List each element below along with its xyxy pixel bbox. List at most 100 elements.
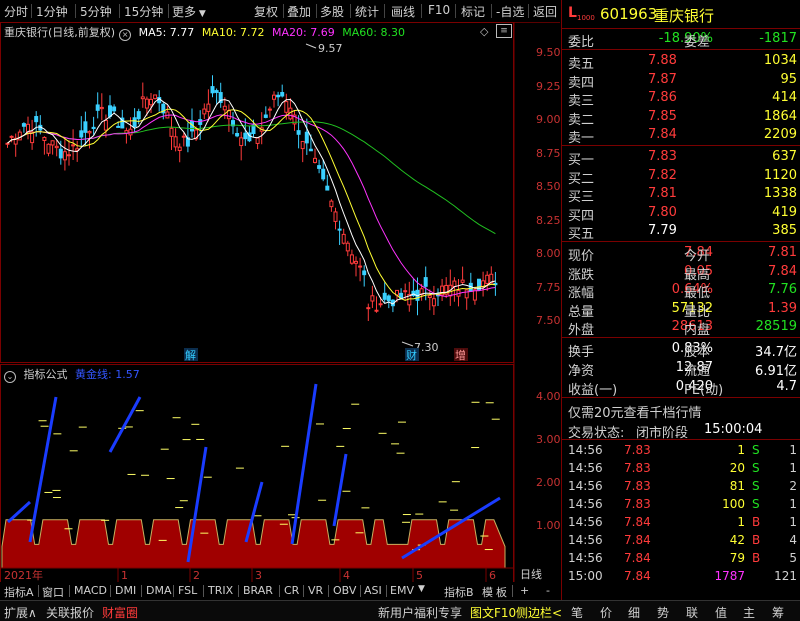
- candle-body: [103, 119, 108, 131]
- kline-chart[interactable]: 9.50 9.25 9.00 8.75 8.50 8.25 8.00 7.75 …: [0, 22, 560, 582]
- panel-tab-ticks[interactable]: 笔: [571, 604, 583, 621]
- candle-body: [362, 270, 367, 276]
- macd-tab[interactable]: MACD: [74, 584, 107, 597]
- svg-text:2021年: 2021年: [4, 568, 43, 582]
- candle-body: [272, 94, 276, 100]
- draw-line-button[interactable]: 画线: [391, 3, 415, 20]
- candle-body: [317, 165, 322, 169]
- candle-body: [251, 124, 256, 135]
- candle-body: [403, 290, 408, 293]
- candle-body: [83, 121, 88, 133]
- candle-body: [99, 106, 104, 110]
- event-marker[interactable]: 解: [184, 348, 198, 362]
- window-tab[interactable]: 窗口: [42, 584, 64, 600]
- brar-tab[interactable]: BRAR: [243, 584, 273, 597]
- panel-tab-main[interactable]: 主: [743, 604, 755, 621]
- period-daily-label[interactable]: 日线: [520, 566, 542, 582]
- period-5min-tab[interactable]: 5分钟: [80, 3, 112, 20]
- more-indicators-icon[interactable]: ▼: [418, 584, 425, 594]
- panel-tab-trend[interactable]: 势: [657, 604, 669, 621]
- stock-title: 重庆银行(日线,前复权): [4, 26, 116, 39]
- restore-rights-button[interactable]: 复权: [254, 3, 278, 20]
- price-tick: 7.75: [536, 281, 560, 294]
- event-marker[interactable]: 财: [405, 348, 419, 362]
- multi-stock-button[interactable]: 多股: [320, 3, 344, 20]
- wealth-circle-button[interactable]: 财富圈: [102, 604, 138, 621]
- expand-button[interactable]: 扩展∧: [4, 604, 37, 621]
- panel-tab-link[interactable]: 联: [686, 604, 698, 621]
- quote-panel: L 1000 601963 重庆银行 委比 -18.90% 委差 -1817 卖…: [561, 0, 800, 600]
- asi-tab[interactable]: ASI: [364, 584, 382, 597]
- candle-body: [17, 131, 22, 141]
- indicator-name[interactable]: 指标公式: [24, 368, 68, 381]
- candle-body: [337, 228, 342, 231]
- period-1min-tab[interactable]: 1分钟: [36, 3, 68, 20]
- dmi-tab[interactable]: DMI: [115, 584, 136, 597]
- svg-text:增: 增: [455, 348, 466, 362]
- candle-body: [485, 274, 490, 284]
- graphic-f10-button[interactable]: 图文F10: [470, 604, 516, 621]
- panel-tab-chips[interactable]: 筹: [772, 604, 784, 621]
- obv-tab[interactable]: OBV: [333, 584, 356, 597]
- candle-body: [206, 103, 211, 112]
- zoom-out-button[interactable]: -: [546, 584, 550, 597]
- template-tab[interactable]: 模: [482, 584, 493, 600]
- related-quote-button[interactable]: 关联报价: [46, 604, 94, 621]
- tick-row: 14:56 7.84 42 B 4: [568, 533, 797, 547]
- candle-body: [9, 135, 14, 138]
- statistics-button[interactable]: 统计: [355, 3, 379, 20]
- stat-row: 涨跌 0.05 最高 7.84: [568, 263, 797, 283]
- chevron-icon[interactable]: ◇: [480, 25, 488, 38]
- stat-row: 总量 57132 量比 1.39: [568, 300, 797, 320]
- candle-body: [136, 111, 141, 120]
- indicator-axis: 4.00 3.00 2.00 1.00: [536, 390, 560, 532]
- candle-body: [71, 144, 76, 147]
- indicator-a-tab[interactable]: 指标A: [4, 584, 34, 600]
- candle-body: [210, 86, 215, 94]
- candle-body: [460, 279, 465, 283]
- ma60-label: MA60: 8.30: [342, 26, 405, 39]
- period-15min-tab[interactable]: 15分钟: [124, 3, 163, 20]
- svg-text:3: 3: [255, 569, 262, 582]
- overlay-button[interactable]: 叠加: [287, 3, 311, 20]
- vr-tab[interactable]: VR: [308, 584, 323, 597]
- panel-tab-price[interactable]: 价: [600, 604, 612, 621]
- candle-body: [296, 130, 301, 135]
- remove-watchlist-button[interactable]: -自选: [496, 3, 524, 20]
- price-tick: 7.50: [536, 314, 560, 327]
- dma-tab[interactable]: DMA: [146, 584, 172, 597]
- trix-tab[interactable]: TRIX: [208, 584, 233, 597]
- candle-body: [374, 309, 379, 312]
- f10-button[interactable]: F10: [428, 3, 450, 17]
- quote-header: L 1000 601963 重庆银行: [562, 4, 800, 26]
- mark-button[interactable]: 标记: [461, 3, 485, 20]
- trade-status-row: 交易状态: 闭市阶段 15:00:04: [568, 422, 763, 441]
- indicator-b-tab[interactable]: 指标B: [444, 584, 474, 600]
- ma10-label: MA10: 7.72: [201, 26, 265, 39]
- ma5-label: MA5: 7.77: [138, 26, 195, 39]
- sidebar-toggle-button[interactable]: 侧边栏<: [516, 604, 562, 621]
- ma10-line: [7, 108, 496, 301]
- emv-tab[interactable]: EMV: [390, 584, 414, 597]
- panel-tab-value[interactable]: 值: [715, 604, 727, 621]
- cr-tab[interactable]: CR: [284, 584, 299, 597]
- zoom-in-button[interactable]: +: [520, 584, 529, 597]
- period-more-tab[interactable]: 更多 ▼: [172, 3, 206, 20]
- indicator-settings-icon[interactable]: ⌄: [4, 371, 16, 383]
- new-user-promo-link[interactable]: 新用户福利专享: [378, 604, 462, 621]
- event-marker[interactable]: 增: [454, 348, 468, 362]
- panel-tab-detail[interactable]: 细: [628, 604, 640, 621]
- candle-body: [325, 185, 330, 191]
- order-ratio-row: 委比 -18.90% 委差 -1817: [568, 31, 797, 50]
- fsl-tab[interactable]: FSL: [178, 584, 197, 597]
- back-button[interactable]: 返回: [533, 3, 557, 20]
- settings-circle-icon[interactable]: ×: [119, 29, 132, 41]
- level2-promo[interactable]: 仅需20元查看千档行情: [562, 401, 800, 421]
- candle-body: [345, 242, 350, 252]
- ask-row: 卖五 7.88 1034: [568, 53, 797, 72]
- board-tab[interactable]: 板: [496, 584, 507, 600]
- candle-body: [214, 90, 219, 93]
- pane-menu-icon[interactable]: ≡: [496, 24, 512, 38]
- period-minute-tab[interactable]: 分时: [4, 3, 28, 20]
- candle-body: [386, 295, 391, 302]
